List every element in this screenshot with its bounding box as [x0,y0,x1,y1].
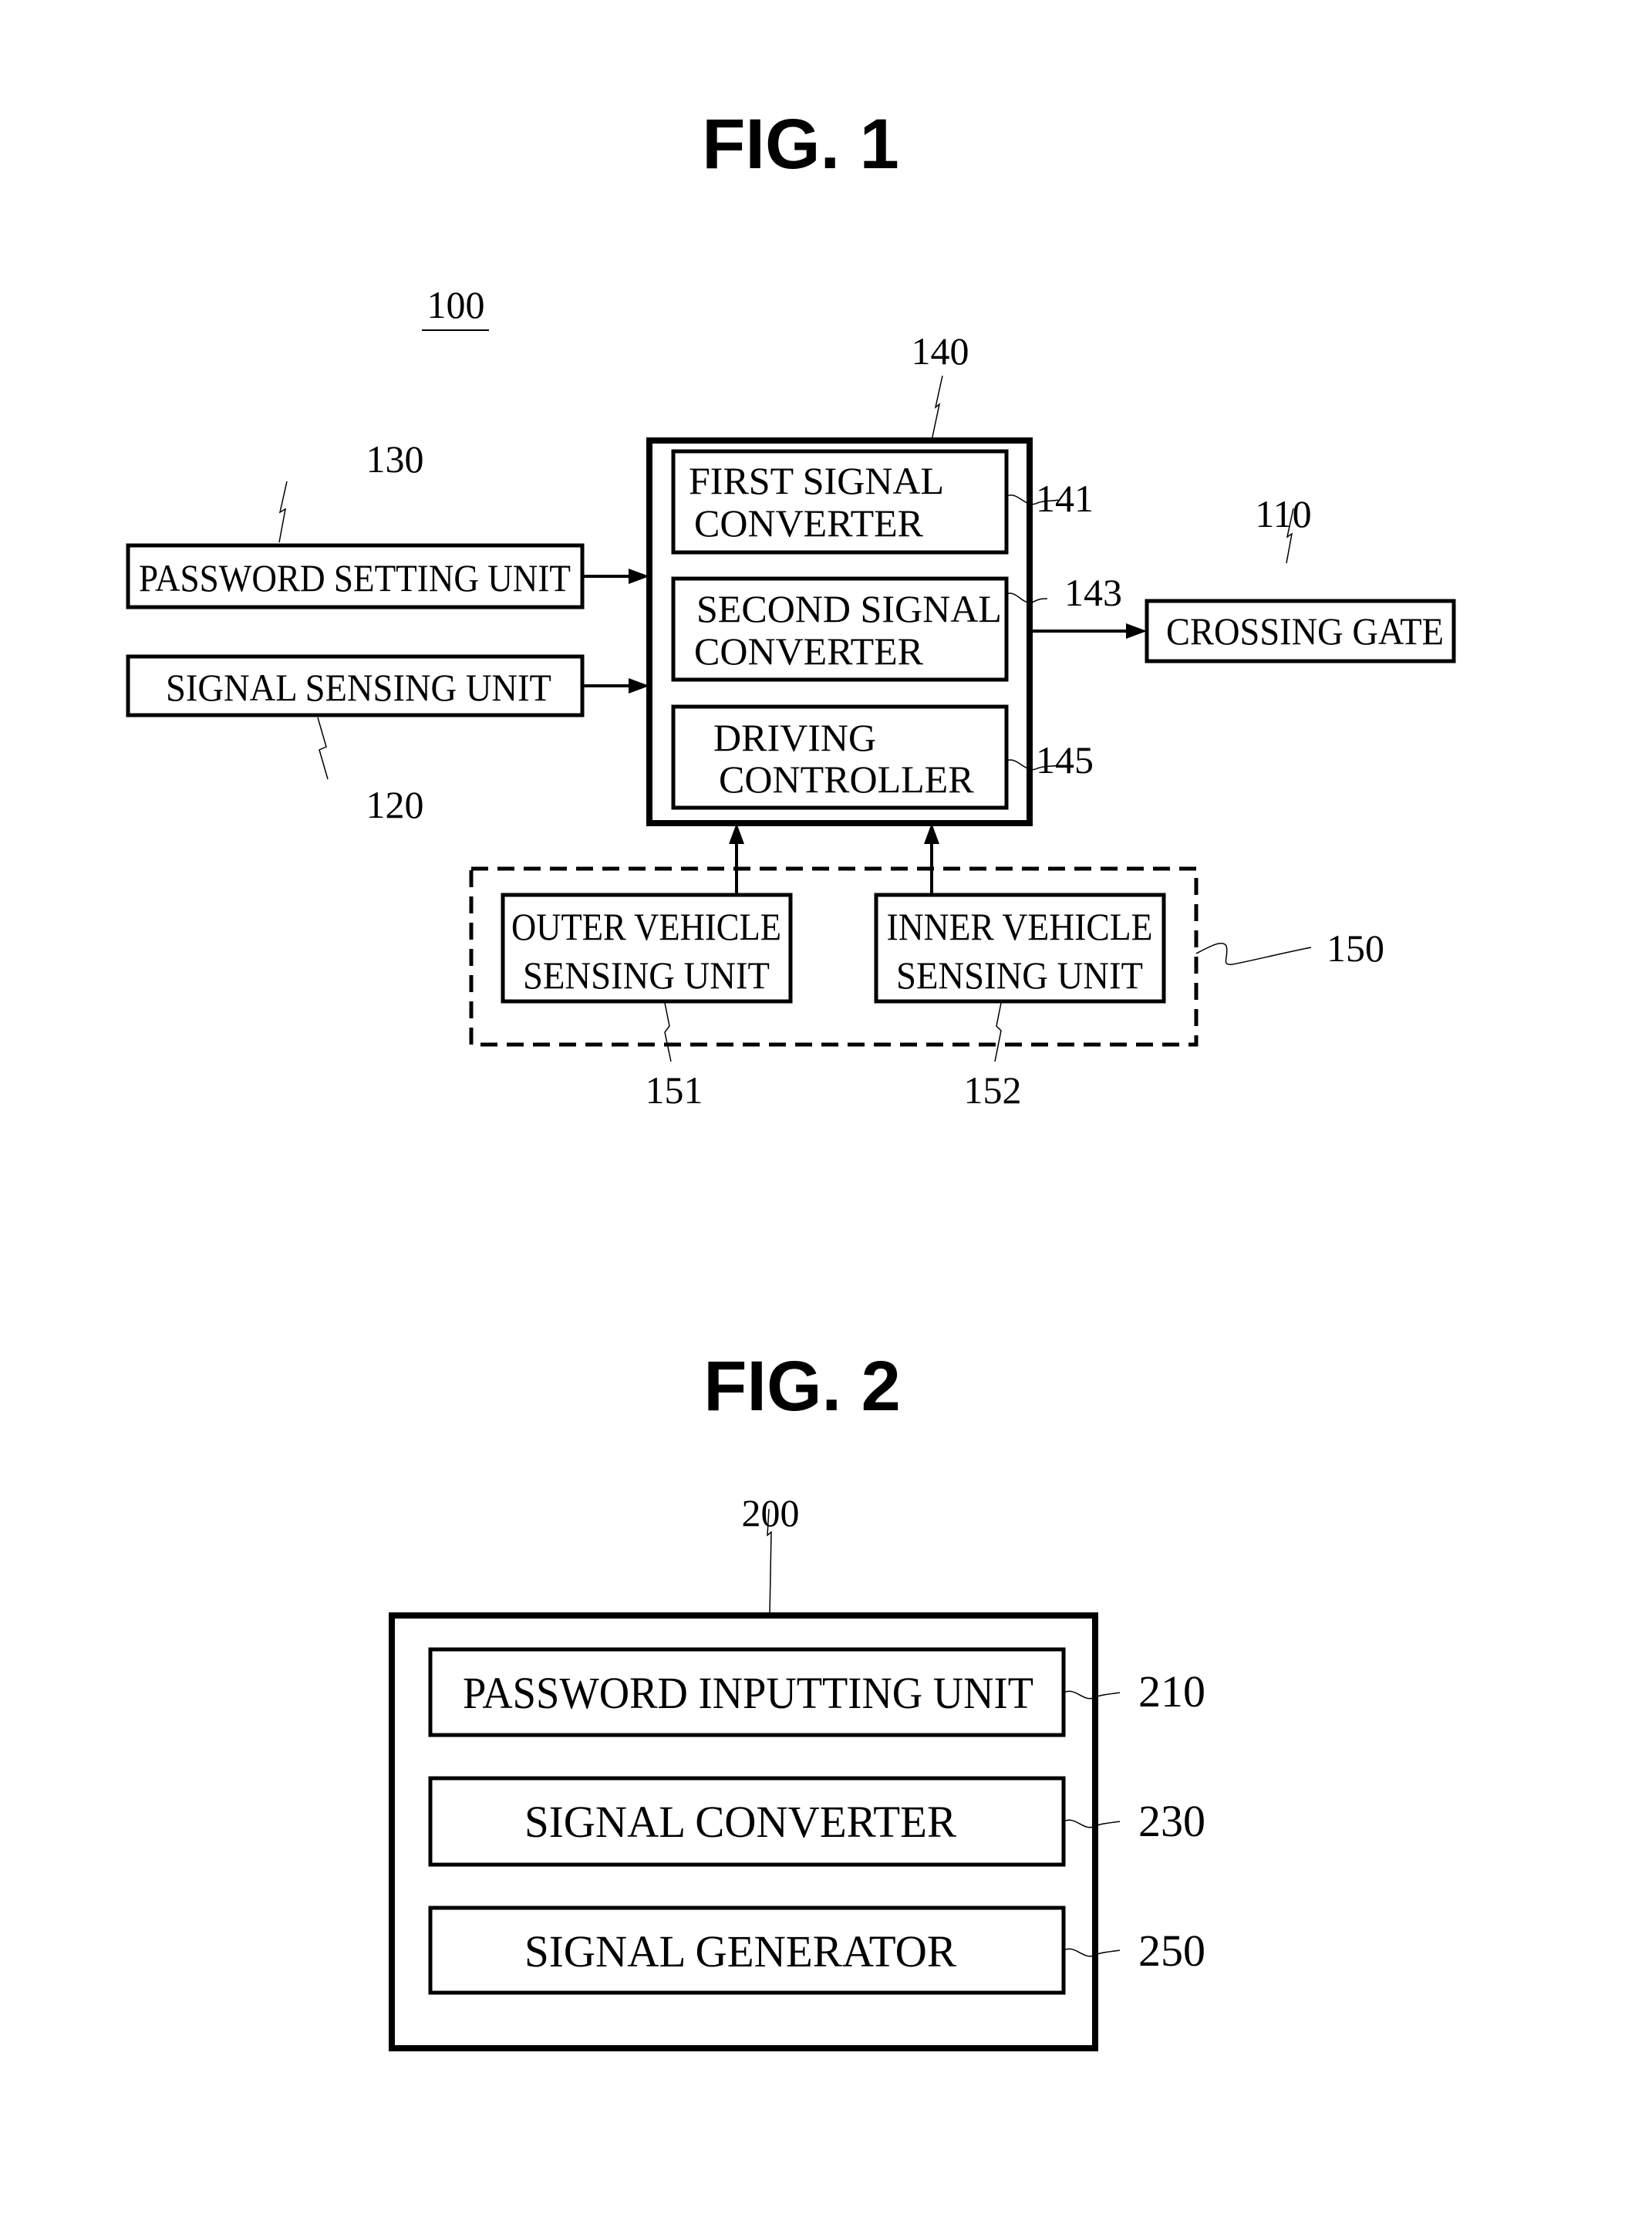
password-inputting-unit-label: PASSWORD INPUTTING UNIT [463,1668,1033,1718]
driving-controller-line1: DRIVING [713,716,876,759]
system-ref-100: 100 [427,283,485,326]
inner-vehicle-sensing-line2: SENSING UNIT [896,954,1143,997]
leader-line-120 [317,717,329,780]
ref-151: 151 [646,1068,703,1112]
ref-145: 145 [1036,738,1094,781]
signal-converter-label: SIGNAL CONVERTER [524,1797,956,1847]
ref-141: 141 [1036,477,1094,520]
second-signal-converter-line1: SECOND SIGNAL [696,587,1002,630]
leader-line-152 [994,1002,1002,1062]
patent-drawing-sheet: FIG. 1 100 140 FIRST SIGNAL CONVERTER 14… [126,105,1456,2051]
vehicle-sensing-group: 150 OUTER VEHICLE SENSING UNIT 151 INNER… [469,823,1384,1112]
ref-130: 130 [366,437,424,481]
password-setting-unit: PASSWORD SETTING UNIT 130 [126,437,649,609]
outer-vehicle-sensing-line1: OUTER VEHICLE [511,905,781,948]
first-signal-converter-line1: FIRST SIGNAL [689,459,944,502]
figure-1: FIG. 1 100 140 FIRST SIGNAL CONVERTER 14… [126,105,1456,1112]
signal-sensing-unit: SIGNAL SENSING UNIT 120 [126,654,649,826]
ref-143: 143 [1064,571,1122,614]
outer-vehicle-sensing-line2: SENSING UNIT [523,954,770,997]
ref-150: 150 [1327,927,1384,970]
controller-block: 140 FIRST SIGNAL CONVERTER 141 SECOND SI… [646,329,1122,826]
arrowhead-password [629,569,649,584]
controller-ref-140: 140 [912,329,969,373]
arrowhead-signal-sensing [629,678,649,694]
ref-110: 110 [1255,492,1311,535]
leader-line-150 [1195,943,1312,965]
driving-controller-line2: CONTROLLER [719,758,974,801]
figure-1-title: FIG. 1 [702,105,899,184]
leader-line-151 [664,1002,672,1062]
second-signal-converter-line2: CONVERTER [694,630,924,673]
ref-120: 120 [366,783,424,826]
arrowhead-inner-sensing [924,823,939,844]
crossing-gate-label: CROSSING GATE [1166,609,1444,653]
leader-line-140 [931,375,943,441]
leader-line-130 [278,481,288,543]
ref-230: 230 [1138,1796,1205,1846]
ref-250: 250 [1138,1926,1205,1976]
ref-152: 152 [964,1068,1022,1112]
ref-210: 210 [1138,1666,1205,1717]
inner-vehicle-sensing-line1: INNER VEHICLE [887,905,1153,948]
signal-sensing-unit-label: SIGNAL SENSING UNIT [166,666,551,709]
signal-generator-label: SIGNAL GENERATOR [524,1926,956,1977]
arrowhead-crossing-gate [1126,623,1147,639]
figure-2: FIG. 2 200 PASSWORD INPUTTING UNIT 210 S… [389,1347,1205,2051]
arrowhead-outer-sensing [729,823,744,844]
device-ref-200: 200 [742,1491,800,1534]
password-setting-unit-label: PASSWORD SETTING UNIT [139,556,571,599]
figure-2-title: FIG. 2 [703,1347,901,1426]
first-signal-converter-line2: CONVERTER [694,501,924,545]
